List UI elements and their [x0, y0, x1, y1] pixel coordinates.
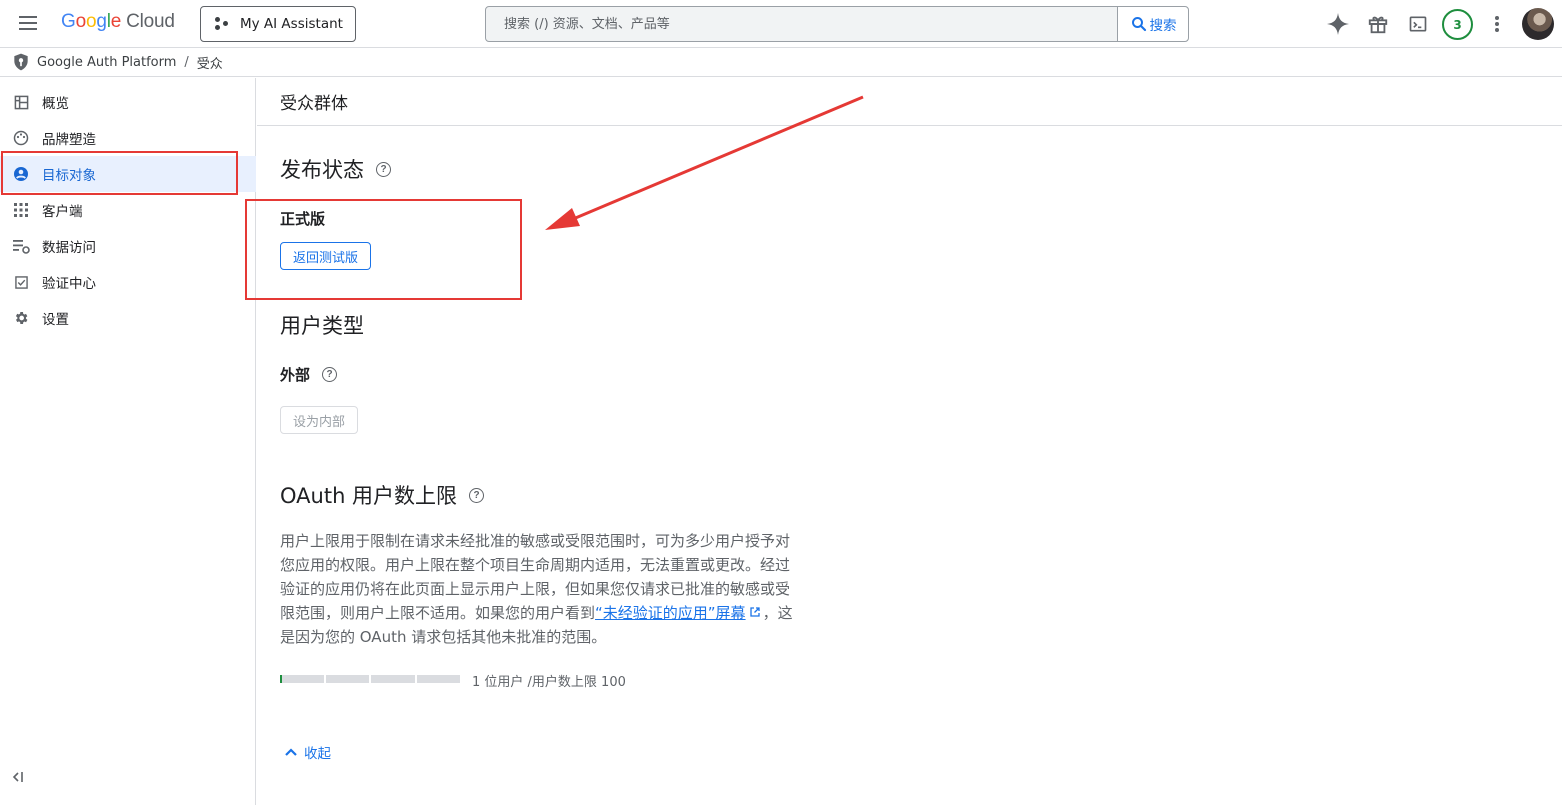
publish-status-title: 发布状态 — [280, 158, 364, 182]
collapse-left-icon[interactable] — [12, 771, 32, 791]
user-type-title: 用户类型 — [280, 314, 364, 338]
assistant-icon — [214, 16, 230, 32]
sidebar-item-label: 概览 — [42, 96, 69, 112]
top-bar: GoogleCloud My AI Assistant 搜索 3 — [0, 0, 1562, 48]
help-icon[interactable]: ? — [469, 487, 485, 503]
collapse-label: 收起 — [304, 746, 331, 762]
oauth-cap-title: OAuth 用户数上限 — [280, 484, 458, 508]
publish-status-value: 正式版 — [280, 210, 326, 228]
sidebar-item-label: 品牌塑造 — [42, 132, 96, 148]
my-ai-assistant-button[interactable]: My AI Assistant — [200, 6, 356, 42]
menu-icon[interactable] — [14, 12, 42, 36]
search-button[interactable]: 搜索 — [1117, 7, 1188, 41]
user-type-value: 外部 — [280, 366, 311, 384]
user-cap-progress-bar — [280, 675, 460, 683]
user-cap-label: 1 位用户 /用户数上限 100 — [472, 675, 626, 690]
sidebar-item-verification[interactable]: 验证中心 — [0, 264, 256, 300]
chevron-up-icon — [285, 748, 297, 756]
sidebar-item-label: 验证中心 — [42, 276, 96, 292]
publish-status-section: 发布状态 ? — [280, 154, 391, 184]
logo-cloud-text: Cloud — [126, 11, 175, 32]
main-content: 受众群体 发布状态 ? 正式版 返回测试版 用户类型 外部 ? 设为内部 OAu… — [257, 78, 1562, 805]
sidebar: 概览 品牌塑造 目标对象 客户端 数据访问 验证中心 设置 — [0, 78, 256, 805]
unverified-app-screen-link[interactable]: “未经验证的应用”屏幕 — [595, 604, 746, 622]
page-title: 受众群体 — [257, 78, 1562, 126]
sidebar-item-data-access[interactable]: 数据访问 — [0, 228, 256, 264]
assistant-label: My AI Assistant — [240, 16, 343, 32]
oauth-cap-section: OAuth 用户数上限 ? — [280, 480, 485, 510]
gift-icon[interactable] — [1362, 8, 1394, 40]
progress-segment — [371, 675, 415, 683]
sidebar-item-clients[interactable]: 客户端 — [0, 192, 256, 228]
search-bar: 搜索 — [485, 6, 1189, 42]
make-internal-button: 设为内部 — [280, 406, 359, 434]
apps-icon — [12, 201, 30, 219]
sidebar-item-label: 目标对象 — [42, 168, 96, 184]
data-access-icon — [12, 237, 30, 255]
back-to-testing-button[interactable]: 返回测试版 — [280, 242, 372, 270]
person-icon — [12, 165, 30, 183]
progress-segment — [280, 675, 324, 683]
google-cloud-logo[interactable]: Google Cloud — [61, 11, 175, 33]
sidebar-item-audience[interactable]: 目标对象 — [0, 156, 256, 192]
checkbox-icon — [12, 273, 30, 291]
search-icon — [1131, 17, 1146, 32]
progress-segment — [325, 675, 369, 683]
breadcrumb-current: 受众 — [196, 56, 223, 72]
breadcrumb-separator: / — [184, 54, 189, 70]
breadcrumb: Google Auth Platform / 受众 — [0, 48, 1562, 77]
breadcrumb-product[interactable]: Google Auth Platform — [37, 55, 176, 70]
sidebar-item-overview[interactable]: 概览 — [0, 84, 256, 120]
sidebar-item-branding[interactable]: 品牌塑造 — [0, 120, 256, 156]
sidebar-item-label: 设置 — [42, 312, 69, 328]
dashboard-icon — [12, 93, 30, 111]
user-type-section: 用户类型 — [280, 310, 364, 340]
sidebar-item-label: 客户端 — [42, 204, 83, 220]
search-button-label: 搜索 — [1149, 18, 1177, 34]
notification-badge[interactable]: 3 — [1442, 9, 1473, 40]
help-icon[interactable]: ? — [322, 367, 338, 382]
progress-segment — [416, 675, 460, 683]
help-icon[interactable]: ? — [376, 161, 391, 177]
gemini-sparkle-icon[interactable] — [1322, 8, 1354, 40]
shield-key-icon — [14, 53, 28, 71]
settings-icon — [12, 309, 30, 327]
sidebar-item-label: 数据访问 — [42, 240, 96, 256]
oauth-cap-description: 用户上限用于限制在请求未经批准的敏感或受限范围时，可为多少用户授予对您应用的权限… — [280, 529, 800, 649]
terminal-icon[interactable] — [1402, 8, 1434, 40]
collapse-button[interactable]: 收起 — [284, 742, 331, 762]
more-vert-icon[interactable] — [1481, 8, 1513, 40]
user-type-row: 外部 ? — [280, 364, 338, 385]
progress-fill — [280, 675, 282, 683]
sidebar-item-settings[interactable]: 设置 — [0, 300, 256, 336]
search-input[interactable] — [486, 7, 1118, 41]
avatar[interactable] — [1522, 8, 1554, 40]
palette-icon — [12, 129, 30, 147]
external-link-icon — [749, 607, 760, 617]
